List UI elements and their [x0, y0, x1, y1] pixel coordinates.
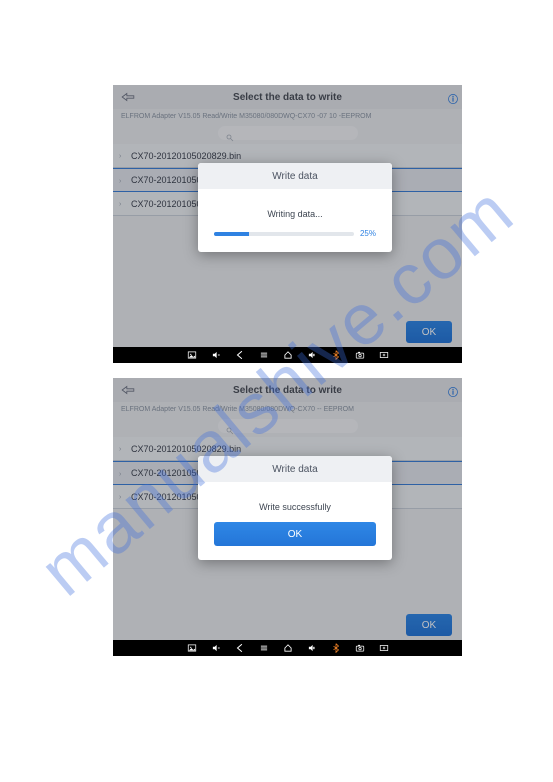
home-icon[interactable] — [283, 350, 293, 360]
volume-up-icon[interactable] — [307, 350, 317, 360]
screenshot-writing-progress: Select the data to write ⓘ ELFROM Adapte… — [113, 85, 462, 363]
menu-icon[interactable] — [259, 350, 269, 360]
write-data-dialog: Write data Write successfully OK — [198, 456, 392, 560]
home-icon[interactable] — [283, 643, 293, 653]
menu-icon[interactable] — [259, 643, 269, 653]
system-nav-bar — [113, 347, 462, 363]
progress-bar: 25% — [214, 229, 376, 238]
write-data-dialog: Write data Writing data... 25% — [198, 163, 392, 252]
system-nav-bar — [113, 640, 462, 656]
volume-down-icon[interactable] — [211, 350, 221, 360]
progress-track — [214, 232, 354, 236]
dialog-title: Write data — [198, 163, 392, 189]
progress-fill — [214, 232, 249, 236]
camera-icon[interactable] — [355, 643, 365, 653]
bluetooth-icon[interactable] — [331, 350, 341, 360]
gallery-icon[interactable] — [187, 643, 197, 653]
volume-up-icon[interactable] — [307, 643, 317, 653]
volume-down-icon[interactable] — [211, 643, 221, 653]
dialog-message: Write successfully — [214, 502, 376, 512]
dialog-message: Writing data... — [214, 209, 376, 219]
back-nav-icon[interactable] — [235, 350, 245, 360]
progress-percent: 25% — [360, 229, 376, 238]
gallery-icon[interactable] — [187, 350, 197, 360]
dialog-title: Write data — [198, 456, 392, 482]
back-nav-icon[interactable] — [235, 643, 245, 653]
bluetooth-icon[interactable] — [331, 643, 341, 653]
screenshot-icon[interactable] — [379, 350, 389, 360]
dialog-ok-button[interactable]: OK — [214, 522, 376, 546]
camera-icon[interactable] — [355, 350, 365, 360]
screenshot-icon[interactable] — [379, 643, 389, 653]
screenshot-write-success: Select the data to write ⓘ ELFROM Adapte… — [113, 378, 462, 656]
